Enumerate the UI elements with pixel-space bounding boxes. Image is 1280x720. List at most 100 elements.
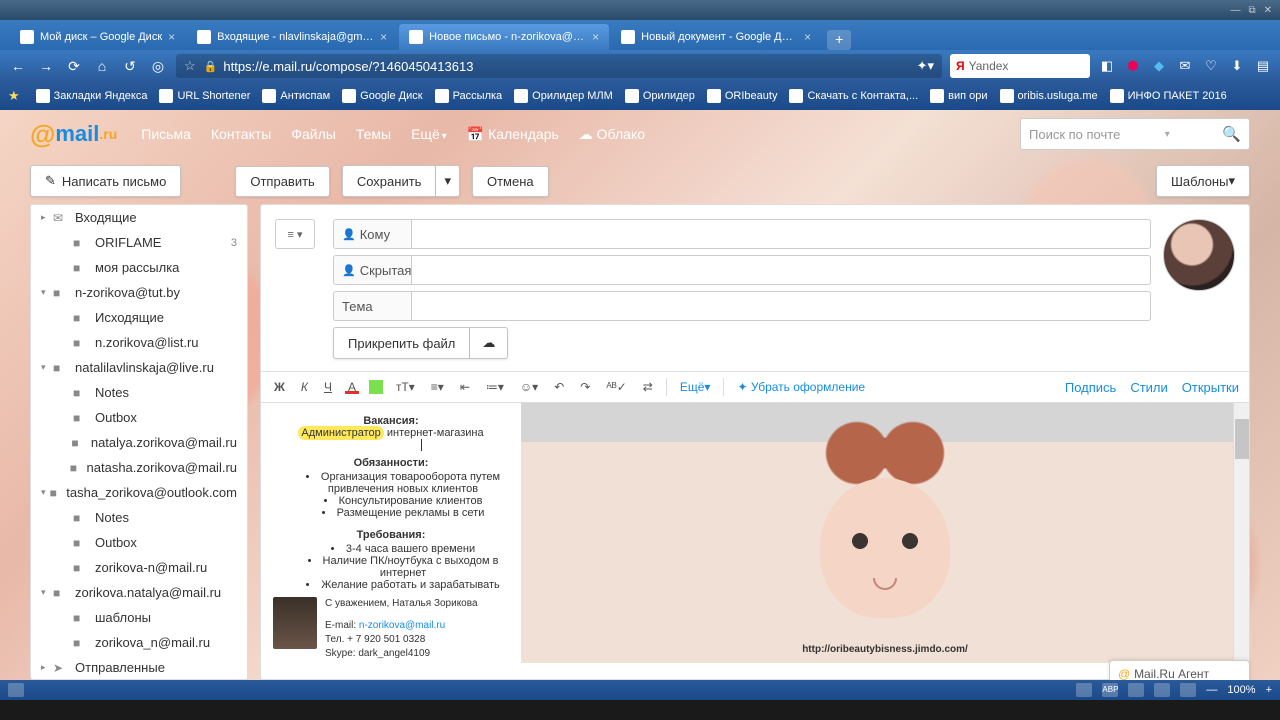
bookmark-item[interactable]: oribis.usluga.me bbox=[1000, 89, 1098, 103]
target-icon[interactable]: ◎ bbox=[148, 56, 168, 76]
bookmark-item[interactable]: Закладки Яндекса bbox=[36, 89, 148, 103]
browser-tab[interactable]: Мой диск – Google Диск× bbox=[10, 24, 185, 50]
nav-cloud[interactable]: ☁ Облако bbox=[579, 126, 645, 143]
font-size-button[interactable]: тТ▾ bbox=[393, 378, 418, 396]
reload-icon[interactable]: ⟳ bbox=[64, 56, 84, 76]
nav-files[interactable]: Файлы bbox=[291, 126, 335, 143]
spellcheck-button[interactable]: ᴬᴮ✓ bbox=[603, 378, 629, 396]
styles-link[interactable]: Стили bbox=[1130, 380, 1167, 395]
bold-button[interactable]: Ж bbox=[271, 378, 288, 396]
panel-icon[interactable]: ▤ bbox=[1254, 57, 1272, 75]
clear-format-button[interactable]: ✦ Убрать оформление bbox=[734, 378, 868, 396]
ext-icon[interactable]: ◆ bbox=[1150, 57, 1168, 75]
tab-close-icon[interactable]: × bbox=[380, 30, 387, 44]
message-text[interactable]: Вакансия: Администратор интернет-магазин… bbox=[261, 403, 521, 663]
recipients-toggle[interactable]: ≡ ▾ bbox=[275, 219, 315, 249]
folder-item[interactable]: ■шаблоны bbox=[31, 605, 247, 630]
adblock-icon[interactable]: ⬢ bbox=[1124, 57, 1142, 75]
folder-item[interactable]: ■моя рассылка bbox=[31, 255, 247, 280]
history-icon[interactable]: ↺ bbox=[120, 56, 140, 76]
attach-button[interactable]: Прикрепить файл bbox=[333, 327, 470, 359]
search-icon[interactable]: 🔍 bbox=[1222, 125, 1241, 143]
italic-button[interactable]: К bbox=[298, 378, 311, 396]
save-dropdown[interactable]: ▾ bbox=[436, 165, 460, 197]
home-icon[interactable]: ⌂ bbox=[92, 56, 112, 76]
signature-email-link[interactable]: n-zorikova@mail.ru bbox=[359, 620, 445, 631]
search-engine-input[interactable]: Я Yandex bbox=[950, 54, 1090, 78]
expand-icon[interactable]: ▾ bbox=[41, 487, 48, 498]
send-button[interactable]: Отправить bbox=[235, 166, 329, 197]
underline-button[interactable]: Ч bbox=[321, 378, 335, 396]
bookmark-item[interactable]: Рассылка bbox=[435, 89, 503, 103]
download-icon[interactable]: ⬇ bbox=[1228, 57, 1246, 75]
mail-search-input[interactable]: Поиск по почте ▾ 🔍 bbox=[1020, 118, 1250, 150]
bookmark-item[interactable]: ORIbeauty bbox=[707, 89, 778, 103]
sound-icon[interactable] bbox=[1128, 683, 1144, 697]
folder-item[interactable]: ■Notes bbox=[31, 505, 247, 530]
subject-input[interactable] bbox=[411, 291, 1151, 321]
bookmark-item[interactable]: ИНФО ПАКЕТ 2016 bbox=[1110, 89, 1227, 103]
window-close-icon[interactable]: ✕ bbox=[1264, 5, 1272, 16]
star-icon[interactable]: ☆ bbox=[184, 58, 196, 74]
browser-tab[interactable]: Новое письмо - n-zorikova@m...× bbox=[399, 24, 609, 50]
expand-icon[interactable]: ▾ bbox=[41, 287, 51, 298]
editor-more-button[interactable]: Ещё▾ bbox=[677, 378, 714, 396]
folder-item[interactable]: ■natalya.zorikova@mail.ru bbox=[31, 430, 247, 455]
undo-button[interactable]: ↶ bbox=[551, 378, 567, 396]
fullscreen-icon[interactable] bbox=[1154, 683, 1170, 697]
expand-icon[interactable]: ▾ bbox=[41, 587, 51, 598]
folder-item[interactable]: ▾■natalilavlinskaja@live.ru bbox=[31, 355, 247, 380]
folder-item[interactable]: ■natasha.zorikova@mail.ru bbox=[31, 455, 247, 480]
window-restore-icon[interactable]: ⧉ bbox=[1248, 5, 1255, 16]
mail-icon[interactable]: ✉ bbox=[1176, 57, 1194, 75]
compose-button[interactable]: Написать письмо bbox=[30, 165, 181, 197]
folder-item[interactable]: ■zorikova_n@mail.ru bbox=[31, 630, 247, 655]
mailru-logo[interactable]: @mail.ru bbox=[30, 119, 117, 150]
wand-icon[interactable]: ✦▾ bbox=[917, 58, 934, 74]
bookmark-item[interactable]: Скачать с Контакта,... bbox=[789, 89, 918, 103]
window-minimize-icon[interactable]: — bbox=[1230, 5, 1240, 16]
user-avatar[interactable] bbox=[1163, 219, 1235, 291]
forward-icon[interactable]: → bbox=[36, 56, 56, 76]
emoji-button[interactable]: ☺▾ bbox=[517, 378, 541, 396]
folders-sidebar[interactable]: ▸✉Входящие■ORIFLAME3■моя рассылка▾■n-zor… bbox=[30, 204, 248, 680]
bookmark-item[interactable]: Google Диск bbox=[342, 89, 422, 103]
folder-item[interactable]: ▾■n-zorikova@tut.by bbox=[31, 280, 247, 305]
folder-item[interactable]: ■Notes bbox=[31, 380, 247, 405]
bookmark-item[interactable]: Орилидер bbox=[625, 89, 695, 103]
cards-link[interactable]: Открытки bbox=[1182, 380, 1239, 395]
fit-icon[interactable] bbox=[1180, 683, 1196, 697]
bookmark-item[interactable]: Орилидер МЛМ bbox=[514, 89, 613, 103]
tab-close-icon[interactable]: × bbox=[168, 30, 175, 44]
translate-button[interactable]: ⇄ bbox=[640, 378, 656, 396]
templates-button[interactable]: Шаблоны ▾ bbox=[1156, 165, 1250, 197]
save-button[interactable]: Сохранить bbox=[342, 165, 437, 197]
nav-contacts[interactable]: Контакты bbox=[211, 126, 271, 143]
editor-scrollbar[interactable] bbox=[1233, 403, 1249, 663]
bookmark-icon[interactable]: ♡ bbox=[1202, 57, 1220, 75]
bookmarks-star-icon[interactable]: ★ bbox=[8, 88, 20, 104]
back-icon[interactable]: ← bbox=[8, 56, 28, 76]
align-button[interactable]: ≡▾ bbox=[428, 378, 447, 396]
folder-item[interactable]: ■n.zorikova@list.ru bbox=[31, 330, 247, 355]
to-input[interactable] bbox=[411, 219, 1151, 249]
folder-item[interactable]: ■ORIFLAME3 bbox=[31, 230, 247, 255]
tab-close-icon[interactable]: × bbox=[592, 30, 599, 44]
bookmark-item[interactable]: Антиспам bbox=[262, 89, 330, 103]
nav-calendar[interactable]: 📅 Календарь bbox=[467, 126, 559, 143]
attach-cloud-button[interactable]: ☁ bbox=[470, 327, 508, 359]
signature-link[interactable]: Подпись bbox=[1065, 380, 1116, 395]
folder-item[interactable]: ▸➤Отправленные bbox=[31, 655, 247, 680]
bookmark-item[interactable]: вип ори bbox=[930, 89, 987, 103]
sidebar-toggle-icon[interactable] bbox=[8, 683, 24, 697]
redo-button[interactable]: ↷ bbox=[577, 378, 593, 396]
nav-more[interactable]: Ещё bbox=[411, 126, 447, 143]
abp-icon[interactable]: ABP bbox=[1102, 683, 1118, 697]
plugin-icon[interactable]: ◧ bbox=[1098, 57, 1116, 75]
folder-item[interactable]: ■Исходящие bbox=[31, 305, 247, 330]
cancel-button[interactable]: Отмена bbox=[472, 166, 549, 197]
bcc-input[interactable] bbox=[411, 255, 1151, 285]
folder-item[interactable]: ■Outbox bbox=[31, 405, 247, 430]
new-tab-button[interactable]: + bbox=[827, 30, 851, 50]
indent-button[interactable]: ⇤ bbox=[457, 378, 473, 396]
